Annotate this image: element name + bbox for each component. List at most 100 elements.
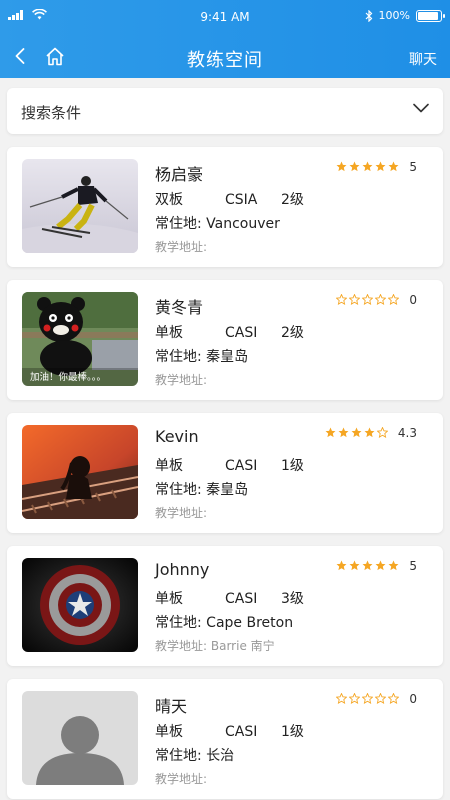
coach-card[interactable]: 杨启豪 双板 CSIA 2级 常住地: Vancouver 教学地址: 5: [7, 147, 443, 267]
residence-label: 常住地:: [155, 615, 202, 631]
coach-board: 单板: [155, 325, 183, 341]
bluetooth-icon: [365, 9, 372, 22]
coach-teaching: Barrie 南宁: [210, 639, 275, 653]
coach-rating: 4.3: [325, 423, 417, 442]
chevron-down-icon: [413, 103, 429, 113]
coach-card[interactable]: 加油！你最棒。。。 黄冬青 单板 CASI 2级 常住地: 秦皇岛 教学地址: 0: [7, 280, 443, 400]
star-filled-icon: [375, 560, 386, 571]
coach-level: 1级: [281, 458, 304, 474]
search-conditions-toggle[interactable]: 搜索条件: [7, 88, 443, 134]
coach-teaching-line: 教学地址:: [155, 238, 207, 255]
battery-percent: 100%: [378, 9, 410, 22]
coach-cert-line: 单板 CASI 3级: [155, 588, 304, 608]
coach-teaching-line: 教学地址:: [155, 504, 207, 521]
coach-name: Johnny: [155, 560, 210, 579]
coach-cert-line: 单板 CASI 1级: [155, 721, 304, 741]
coach-card[interactable]: 晴天 单板 CASI 1级 常住地: 长治 教学地址: 0: [7, 679, 443, 799]
battery-icon: [416, 9, 445, 22]
coach-avatar-skier: [22, 159, 138, 253]
star-empty-icon: [376, 427, 388, 438]
coach-cert: CSIA: [225, 192, 258, 208]
star-empty-icon: [336, 294, 348, 305]
star-rating: [336, 689, 401, 708]
chat-button[interactable]: 聊天: [409, 49, 437, 69]
star-rating: [336, 290, 401, 309]
coach-cert: CASI: [225, 325, 258, 341]
coach-name: 黄冬青: [155, 298, 204, 317]
coach-cert-line: 单板 CASI 1级: [155, 455, 304, 475]
coach-teaching-line: 教学地址: Barrie 南宁: [155, 637, 275, 654]
star-empty-icon: [388, 693, 400, 704]
avatar-caption: 加油！你最棒。。。: [30, 371, 106, 383]
teaching-label: 教学地址:: [155, 240, 208, 254]
coach-level: 2级: [281, 192, 304, 208]
coach-residence-line: 常住地: 长治: [155, 745, 234, 765]
rating-score: 0: [409, 292, 417, 307]
coach-residence-line: 常住地: Cape Breton: [155, 612, 293, 632]
coach-teaching-line: 教学地址:: [155, 371, 207, 388]
coach-level: 2级: [281, 325, 304, 341]
star-filled-icon: [388, 161, 399, 172]
star-empty-icon: [336, 693, 348, 704]
coach-residence: 秦皇岛: [206, 482, 249, 498]
residence-label: 常住地:: [155, 349, 202, 365]
teaching-label: 教学地址:: [155, 506, 208, 520]
star-filled-icon: [336, 560, 347, 571]
star-empty-icon: [362, 294, 374, 305]
coach-board: 单板: [155, 591, 183, 607]
page-title: 教练空间: [187, 50, 263, 71]
coach-residence-line: 常住地: 秦皇岛: [155, 346, 248, 366]
rating-score: 5: [409, 558, 417, 573]
coach-board: 单板: [155, 724, 183, 740]
coach-rating: 0: [336, 290, 417, 309]
coach-rating: 5: [336, 556, 417, 575]
residence-label: 常住地:: [155, 216, 202, 232]
star-filled-icon: [325, 427, 336, 438]
star-filled-icon: [351, 427, 362, 438]
status-right: 100%: [365, 9, 445, 22]
coach-board: 单板: [155, 458, 183, 474]
residence-label: 常住地:: [155, 482, 202, 498]
nav-bar: 教练空间 聊天: [0, 36, 450, 78]
coach-cert: CASI: [225, 724, 258, 740]
coach-card[interactable]: Kevin 单板 CASI 1级 常住地: 秦皇岛 教学地址: 4.3: [7, 413, 443, 533]
coach-avatar-railway: [22, 425, 138, 519]
coach-cert-line: 单板 CASI 2级: [155, 322, 304, 342]
star-filled-icon: [362, 161, 373, 172]
coach-name: Kevin: [155, 427, 199, 446]
star-empty-icon: [349, 294, 361, 305]
coach-residence: 秦皇岛: [206, 349, 249, 365]
coach-name: 晴天: [155, 697, 188, 716]
coach-avatar-default: [22, 691, 138, 785]
coach-cert-line: 双板 CSIA 2级: [155, 189, 304, 209]
coach-teaching-line: 教学地址:: [155, 770, 207, 787]
teaching-label: 教学地址:: [155, 639, 208, 653]
residence-label: 常住地:: [155, 748, 202, 764]
star-filled-icon: [375, 161, 386, 172]
search-conditions-label: 搜索条件: [21, 104, 82, 122]
coach-cert: CASI: [225, 591, 258, 607]
star-empty-icon: [362, 693, 374, 704]
rating-score: 4.3: [397, 425, 417, 440]
star-rating: [336, 157, 401, 176]
star-empty-icon: [388, 294, 400, 305]
coach-rating: 0: [336, 689, 417, 708]
coach-rating: 5: [336, 157, 417, 176]
star-filled-icon: [338, 427, 349, 438]
star-rating: [336, 556, 401, 575]
coach-avatar-bear: 加油！你最棒。。。: [22, 292, 138, 386]
star-filled-icon: [336, 161, 347, 172]
coach-cert: CASI: [225, 458, 258, 474]
rating-score: 0: [409, 691, 417, 706]
rating-score: 5: [409, 159, 417, 174]
coach-level: 1级: [281, 724, 304, 740]
coach-residence: Vancouver: [206, 216, 280, 232]
star-empty-icon: [375, 294, 387, 305]
star-rating: [325, 423, 390, 442]
coach-residence: 长治: [206, 748, 235, 764]
coach-level: 3级: [281, 591, 304, 607]
coach-card[interactable]: Johnny 单板 CASI 3级 常住地: Cape Breton 教学地址: B…: [7, 546, 443, 666]
coach-avatar-shield: [22, 558, 138, 652]
star-filled-icon: [362, 560, 373, 571]
coach-residence-line: 常住地: 秦皇岛: [155, 479, 248, 499]
